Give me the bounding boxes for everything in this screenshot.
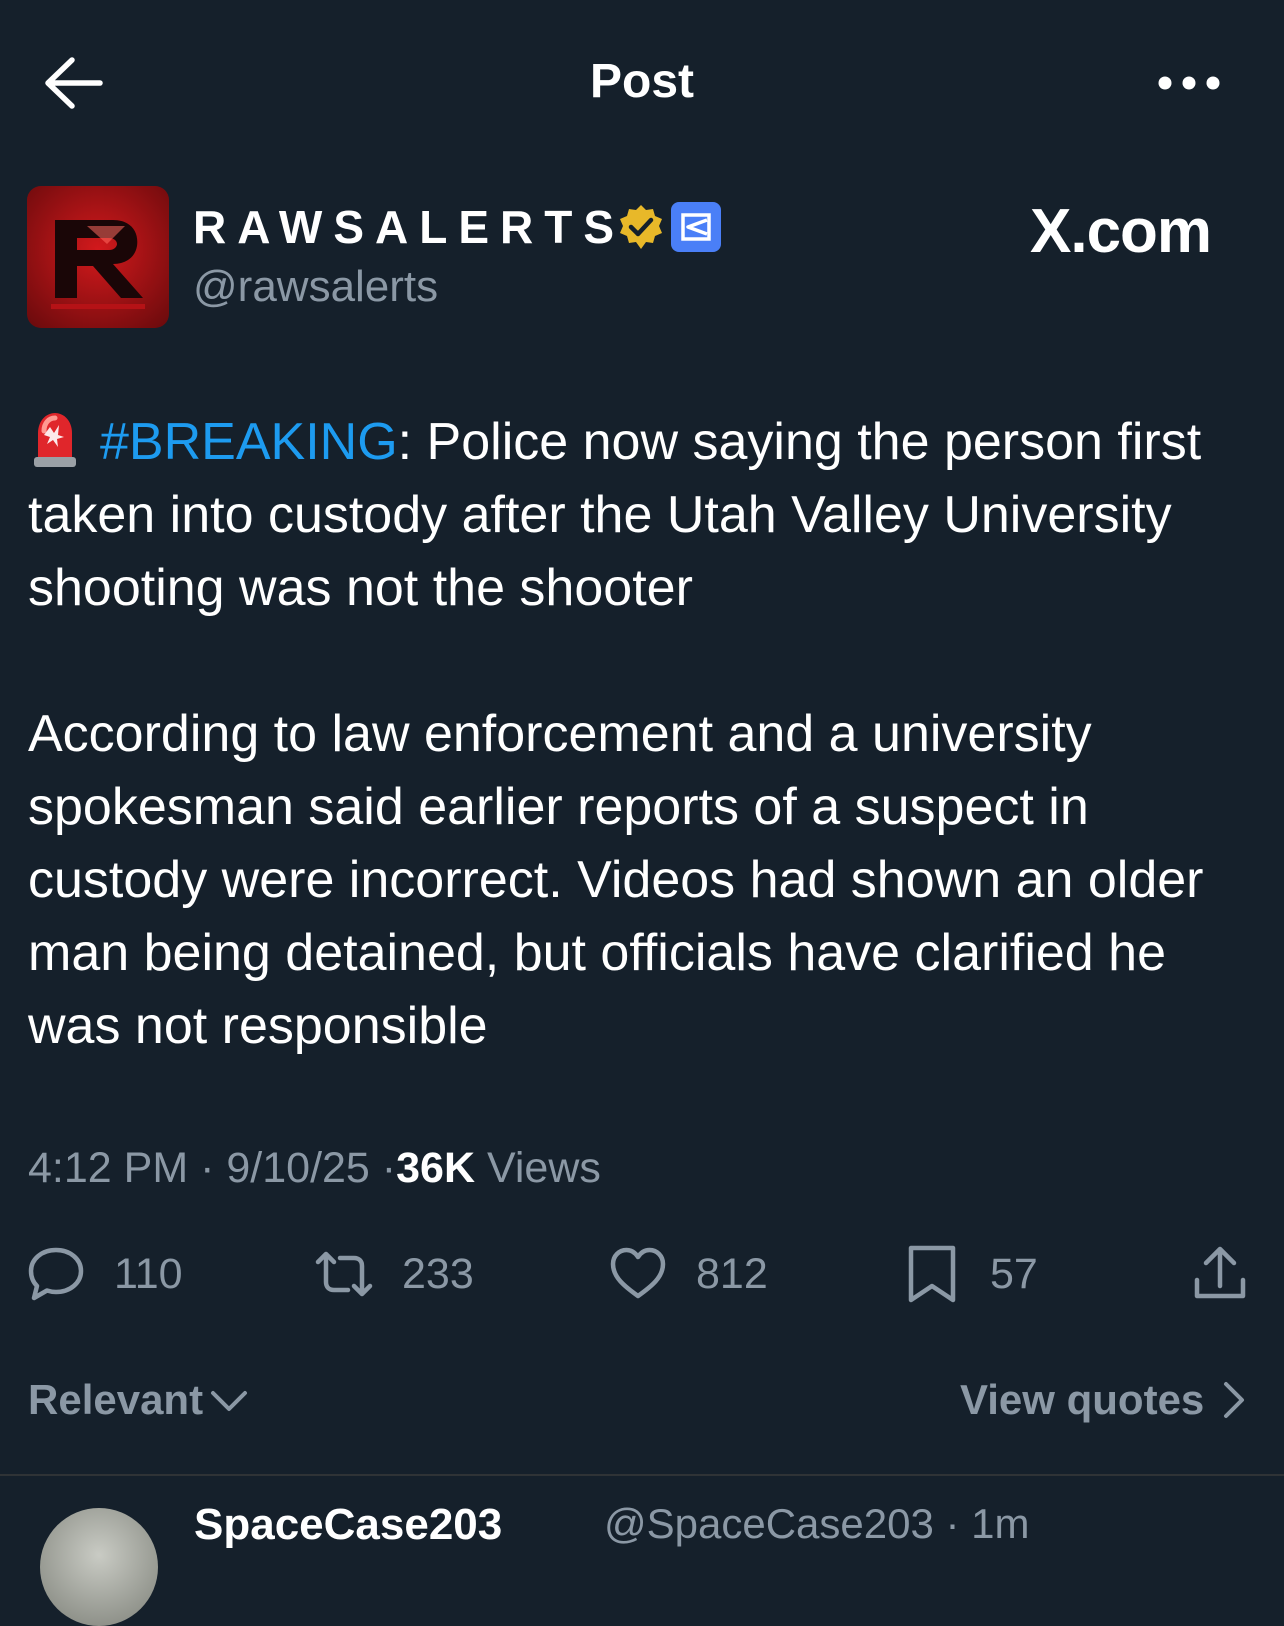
affiliate-badge-icon[interactable] [671, 202, 721, 252]
avatar[interactable] [27, 186, 169, 328]
verified-gold-badge-icon[interactable] [617, 203, 665, 251]
heart-icon [610, 1247, 666, 1299]
meta-separator: · [381, 1144, 397, 1192]
like-button[interactable]: 812 [608, 1244, 768, 1304]
meta-separator: · [200, 1144, 215, 1192]
views-label: Views [486, 1144, 601, 1192]
more-horizontal-icon [1158, 76, 1220, 90]
reply-button[interactable]: 110 [26, 1244, 183, 1304]
post-paragraph-2: According to law enforcement and a unive… [28, 705, 1204, 1055]
bookmark-button[interactable]: 57 [902, 1244, 1038, 1304]
repost-count: 233 [402, 1249, 474, 1298]
reply-author-name[interactable]: SpaceCase203 [194, 1500, 502, 1550]
view-quotes-label: View quotes [960, 1376, 1205, 1423]
post-time: 4:12 PM [28, 1144, 189, 1192]
post-text: #BREAKING: Police now saying the person … [28, 406, 1268, 1063]
post-paragraph-1: #BREAKING: Police now saying the person … [28, 406, 1268, 625]
more-options-button[interactable] [1156, 70, 1222, 96]
share-button[interactable] [1190, 1244, 1278, 1304]
author-handle[interactable]: @rawsalerts [193, 262, 438, 312]
hashtag-link[interactable]: #BREAKING [100, 413, 398, 471]
reply-avatar[interactable] [40, 1508, 158, 1626]
bookmark-count: 57 [990, 1249, 1038, 1298]
siren-emoji-icon [28, 409, 82, 469]
views-count: 36K [396, 1144, 476, 1192]
post-date: 9/10/25 [226, 1144, 370, 1192]
bookmark-icon [908, 1245, 956, 1303]
reply-author-handle[interactable]: @SpaceCase203 · 1m [604, 1500, 1030, 1548]
rawsalerts-logo-icon [27, 186, 169, 328]
like-count: 812 [696, 1249, 768, 1298]
share-upload-icon [1194, 1246, 1246, 1299]
sort-label: Relevant [28, 1376, 204, 1423]
sort-dropdown[interactable]: Relevant [28, 1376, 249, 1424]
divider [0, 1474, 1284, 1476]
author-display-name[interactable]: RAWSALERTS [193, 200, 625, 254]
view-quotes-link[interactable]: View quotes [960, 1376, 1248, 1424]
chevron-down-icon [211, 1391, 248, 1411]
reply-count: 110 [114, 1249, 183, 1298]
reply-bubble-icon [28, 1247, 84, 1301]
repost-icon [315, 1251, 373, 1297]
page-title: Post [589, 55, 694, 108]
repost-button[interactable]: 233 [314, 1244, 474, 1304]
chevron-right-icon [1224, 1382, 1245, 1418]
source-label: X.com [1030, 197, 1212, 266]
post-meta: 4:12 PM · 9/10/25 ·36K Views [28, 1144, 601, 1193]
